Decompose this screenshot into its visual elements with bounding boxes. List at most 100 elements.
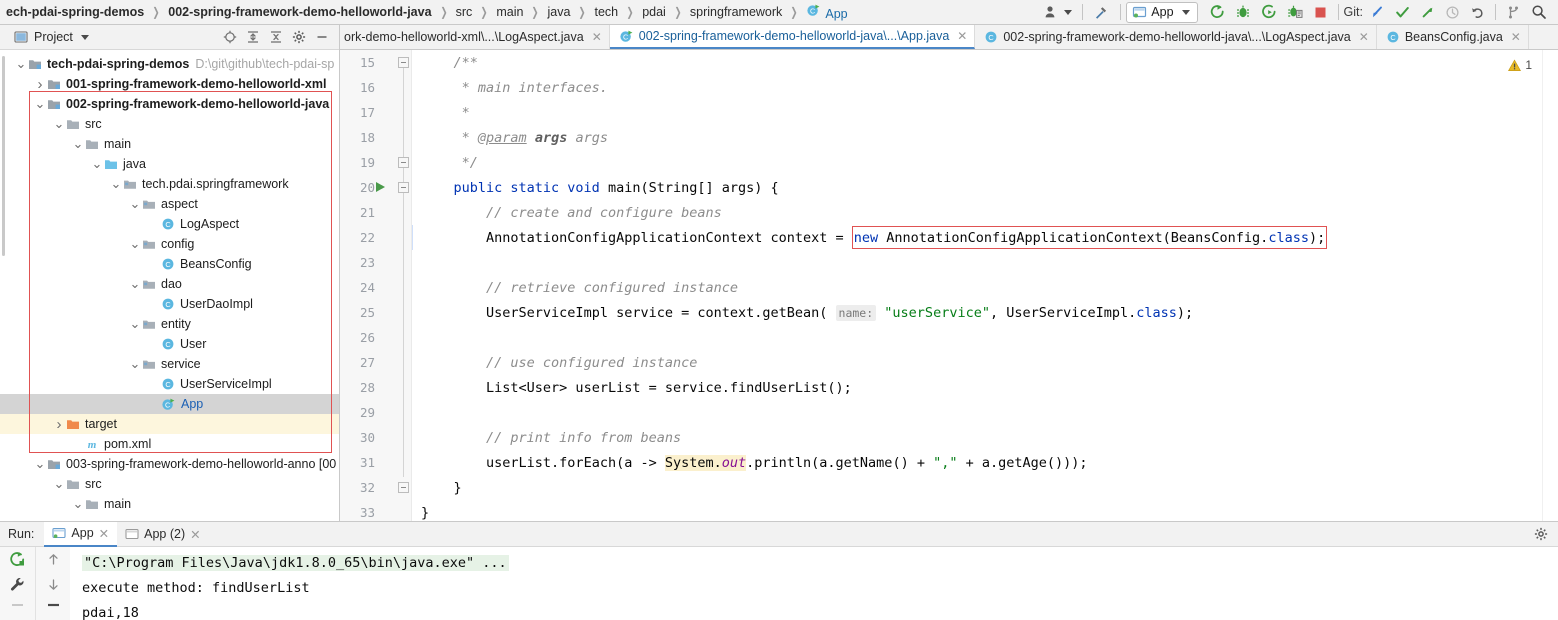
search-everywhere-icon[interactable] xyxy=(1526,1,1552,23)
chevron-down-icon[interactable]: ⌄ xyxy=(128,197,142,210)
breadcrumb-item-1[interactable]: 002-spring-framework-demo-helloworld-jav… xyxy=(166,5,433,19)
code-line-27[interactable]: // use configured instance xyxy=(421,350,1542,375)
tree-node[interactable]: ⌄ 003-spring-framework-demo-helloworld-an… xyxy=(0,454,339,474)
code-line-26[interactable] xyxy=(421,325,1542,350)
inspection-warning-badge[interactable]: 1 xyxy=(1508,58,1532,72)
editor-tab-2[interactable]: C 002-spring-framework-demo-helloworld-ja… xyxy=(975,25,1377,49)
tree-node[interactable]: ⌄ service xyxy=(0,354,339,374)
tree-node[interactable]: ⌄ src xyxy=(0,114,339,134)
gutter-line-17[interactable]: 17 xyxy=(340,100,411,125)
close-icon[interactable]: ✕ xyxy=(1359,30,1369,44)
expand-all-icon[interactable] xyxy=(246,30,260,44)
chevron-down-icon[interactable] xyxy=(80,34,89,40)
code-line-22[interactable]: AnnotationConfigApplicationContext conte… xyxy=(421,225,1542,250)
breadcrumb-item-8[interactable]: C App xyxy=(804,3,849,21)
code-line-15[interactable]: /** xyxy=(421,50,1542,75)
code-line-20[interactable]: public static void main(String[] args) { xyxy=(421,175,1542,200)
close-icon[interactable]: ✕ xyxy=(592,30,602,44)
editor-tab-1[interactable]: C 002-spring-framework-demo-helloworld-ja… xyxy=(609,25,976,49)
code-content[interactable]: /** * main interfaces. * * @param args a… xyxy=(412,50,1542,521)
tree-node[interactable]: ⌄ main xyxy=(0,494,339,514)
chevron-down-icon[interactable]: ⌄ xyxy=(128,317,142,330)
close-icon[interactable]: ✕ xyxy=(99,526,109,541)
chevron-down-icon[interactable]: ⌄ xyxy=(52,117,66,130)
up-arrow-icon[interactable] xyxy=(45,551,62,568)
code-line-21[interactable]: // create and configure beans xyxy=(421,200,1542,225)
breadcrumb-item-6[interactable]: pdai xyxy=(640,5,668,19)
tree-node[interactable]: ⌄ main xyxy=(0,134,339,154)
chevron-down-icon[interactable]: ⌄ xyxy=(33,97,47,110)
run-configuration-selector[interactable]: App xyxy=(1126,1,1198,23)
tree-node[interactable]: ⌄ config xyxy=(0,234,339,254)
project-tree[interactable]: ⌄ tech-pdai-spring-demos D:\git\github\tec… xyxy=(0,50,339,521)
editor-tab-0[interactable]: ork-demo-helloworld-xml\...\LogAspect.ja… xyxy=(340,25,610,49)
chevron-down-icon[interactable]: ⌄ xyxy=(109,177,123,190)
breadcrumb-item-3[interactable]: main xyxy=(494,5,525,19)
run-console-scrollbar[interactable] xyxy=(1542,547,1558,620)
down-arrow-icon[interactable] xyxy=(45,576,62,593)
chevron-down-icon[interactable]: ⌄ xyxy=(128,237,142,250)
tree-node[interactable]: ⌄ src xyxy=(0,474,339,494)
git-update-project-icon[interactable] xyxy=(1365,1,1390,23)
run-tab-app[interactable]: App ✕ xyxy=(44,521,118,547)
locate-file-icon[interactable] xyxy=(223,30,237,44)
run-settings-gear-icon[interactable] xyxy=(1524,527,1558,541)
tree-node[interactable]: C UserServiceImpl xyxy=(0,374,339,394)
code-line-30[interactable]: // print info from beans xyxy=(421,425,1542,450)
run-tab-app-2[interactable]: App (2) ✕ xyxy=(117,522,208,547)
tree-node[interactable]: C User xyxy=(0,334,339,354)
chevron-down-icon[interactable]: ⌄ xyxy=(128,357,142,370)
minus-icon[interactable] xyxy=(9,601,26,609)
chevron-down-icon[interactable]: ⌄ xyxy=(14,57,28,70)
settings-gear-icon[interactable] xyxy=(292,30,306,44)
tree-node[interactable]: ⌄ dao xyxy=(0,274,339,294)
gutter-line-27[interactable]: 27 xyxy=(340,350,411,375)
git-branches-icon[interactable] xyxy=(1501,1,1526,23)
tree-node[interactable]: ⌄ java xyxy=(0,154,339,174)
gutter-line-30[interactable]: 30 xyxy=(340,425,411,450)
gutter-line-22[interactable]: 22 xyxy=(340,225,411,250)
run-console-output[interactable]: "C:\Program Files\Java\jdk1.8.0_65\bin\j… xyxy=(70,547,1542,620)
soft-wrap-icon[interactable] xyxy=(45,601,62,609)
collapse-all-icon[interactable] xyxy=(269,30,283,44)
code-line-25[interactable]: UserServiceImpl service = context.getBea… xyxy=(421,300,1542,325)
chevron-down-icon[interactable]: ⌄ xyxy=(71,497,85,510)
code-line-16[interactable]: * main interfaces. xyxy=(421,75,1542,100)
close-icon[interactable]: ✕ xyxy=(190,527,200,542)
code-fold-toggle[interactable] xyxy=(398,57,409,68)
run-gutter-icon[interactable] xyxy=(376,182,385,192)
editor-gutter[interactable]: 15 16 17 18 19 20 21 22 23 24 25 26 27 28 29 30 31 32 33 xyxy=(340,50,412,521)
run-with-coverage-icon[interactable] xyxy=(1256,1,1282,23)
chevron-down-icon[interactable]: ⌄ xyxy=(71,137,85,150)
code-line-23[interactable] xyxy=(421,250,1542,275)
git-push-icon[interactable] xyxy=(1415,1,1440,23)
stop-icon[interactable] xyxy=(1308,1,1333,23)
gutter-line-33[interactable]: 33 xyxy=(340,500,411,521)
run-icon[interactable] xyxy=(1204,1,1230,23)
tree-node[interactable]: C UserDaoImpl xyxy=(0,294,339,314)
code-line-19[interactable]: */ xyxy=(421,150,1542,175)
tree-node[interactable]: ⌄ tech-pdai-spring-demos D:\git\github\tec… xyxy=(0,54,339,74)
breadcrumb-item-4[interactable]: java xyxy=(546,5,573,19)
tree-node-selected[interactable]: C App xyxy=(0,394,339,414)
chevron-down-icon[interactable]: ⌄ xyxy=(128,277,142,290)
wrench-icon[interactable] xyxy=(9,576,26,593)
code-fold-toggle[interactable] xyxy=(398,182,409,193)
chevron-right-icon[interactable]: › xyxy=(52,416,66,433)
user-settings-icon[interactable] xyxy=(1039,1,1077,23)
gutter-line-26[interactable]: 26 xyxy=(340,325,411,350)
code-line-33[interactable]: } xyxy=(421,500,1542,521)
hammer-build-icon[interactable] xyxy=(1088,1,1115,23)
git-history-icon[interactable] xyxy=(1440,1,1465,23)
breadcrumb-item-7[interactable]: springframework xyxy=(688,5,784,19)
code-line-18[interactable]: * @param args args xyxy=(421,125,1542,150)
gutter-line-21[interactable]: 21 xyxy=(340,200,411,225)
tree-node[interactable]: C BeansConfig xyxy=(0,254,339,274)
editor-tab-3[interactable]: C BeansConfig.java ✕ xyxy=(1377,25,1529,49)
breadcrumb-item-0[interactable]: ech-pdai-spring-demos xyxy=(4,5,146,19)
git-commit-icon[interactable] xyxy=(1390,1,1415,23)
tree-node[interactable]: ⌄ entity xyxy=(0,314,339,334)
code-fold-toggle[interactable] xyxy=(398,482,409,493)
chevron-down-icon[interactable]: ⌄ xyxy=(90,157,104,170)
breadcrumb-item-5[interactable]: tech xyxy=(593,5,621,19)
